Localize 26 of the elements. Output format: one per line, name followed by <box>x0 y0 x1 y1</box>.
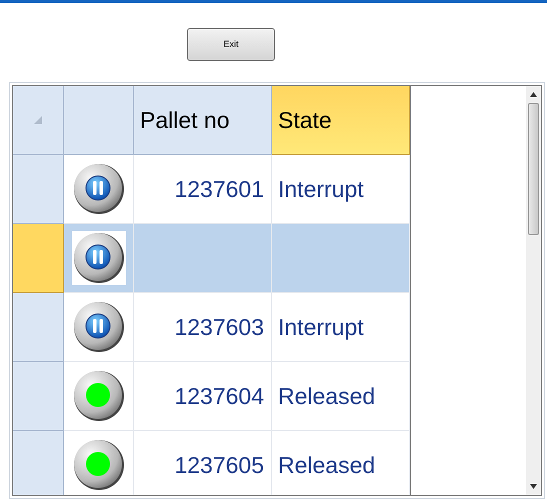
scroll-down-icon[interactable] <box>530 484 537 489</box>
table-cell: Interrupt <box>272 155 410 224</box>
table-cell: Interrupt <box>272 293 410 362</box>
vertical-scrollbar[interactable] <box>526 85 542 496</box>
table-cell: Released <box>272 362 410 431</box>
column-header[interactable] <box>64 86 134 155</box>
table-cell: 1237604 <box>134 362 272 431</box>
pause-icon <box>72 162 126 216</box>
pause-icon <box>72 231 126 285</box>
status-light-icon <box>72 438 126 492</box>
status-light-icon <box>72 369 126 423</box>
scroll-up-icon[interactable] <box>530 92 537 97</box>
row-header[interactable] <box>13 293 64 362</box>
column-header[interactable]: Pallet no <box>134 86 272 155</box>
select-all-corner[interactable] <box>13 86 64 155</box>
table-cell: 1237601 <box>134 155 272 224</box>
column-header[interactable]: State <box>272 86 410 155</box>
row-header[interactable] <box>13 155 64 224</box>
row-header[interactable] <box>13 224 64 293</box>
corner-triangle-icon <box>34 116 42 124</box>
exit-button[interactable]: Exit <box>187 28 275 61</box>
table-cell: 1237603 <box>134 293 272 362</box>
pause-icon <box>72 300 126 354</box>
scroll-thumb[interactable] <box>528 103 539 235</box>
row-header[interactable] <box>13 362 64 431</box>
row-header[interactable] <box>13 431 64 495</box>
